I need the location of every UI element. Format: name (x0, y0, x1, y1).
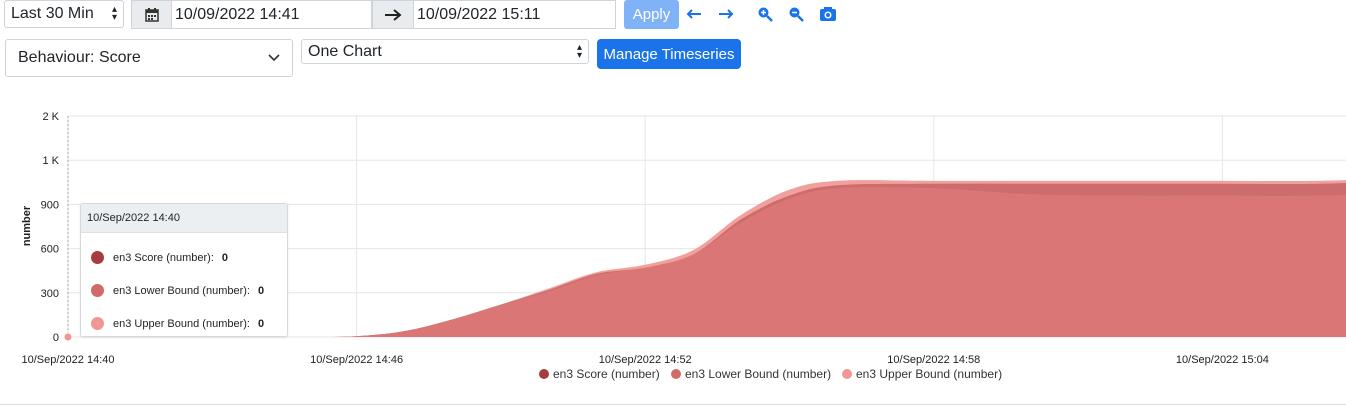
tooltip-row-value: 0 (257, 284, 265, 297)
chevron-down-icon (268, 54, 280, 62)
tooltip-row-upper: en3 Upper Bound (number): 0 (81, 307, 287, 340)
y-tick-label: 2 K (42, 111, 59, 123)
tooltip-row-label: en3 Upper Bound (number): (113, 317, 250, 330)
upper-swatch (91, 317, 104, 330)
arrow-right-icon (719, 9, 734, 19)
tooltip-row-score: en3 Score (number): 0 (81, 241, 287, 274)
chart-mode-value: One Chart (308, 42, 382, 60)
manage-timeseries-button[interactable]: Manage Timeseries (597, 39, 741, 69)
y-tick-label: 900 (41, 199, 59, 211)
chart-mode-select[interactable]: One Chart ▴ ▾ (301, 39, 589, 64)
zoom-out-button[interactable] (786, 4, 806, 24)
end-datetime-input[interactable]: 10/09/2022 15:11 (413, 0, 616, 29)
camera-icon (820, 7, 836, 21)
tooltip-row-lower: en3 Lower Bound (number): 0 (81, 274, 287, 307)
x-tick-label: 10/Sep/2022 14:58 (887, 354, 980, 366)
y-tick-label: 600 (41, 244, 59, 256)
arrow-left-icon (686, 9, 701, 19)
tooltip-title: 10/Sep/2022 14:40 (81, 204, 287, 233)
zoom-in-icon (758, 7, 773, 22)
arrow-right-icon (385, 8, 402, 21)
tooltip-row-value: 0 (257, 317, 265, 330)
x-tick-label: 10/Sep/2022 14:46 (310, 354, 403, 366)
legend-entry: en3 Lower Bound (number) (685, 367, 831, 381)
start-datetime-input[interactable]: 10/09/2022 14:41 (171, 0, 372, 29)
select-arrows-icon: ▴ ▾ (576, 41, 582, 61)
behaviour-select[interactable]: Behaviour: Score (5, 39, 293, 77)
tooltip-row-value: 0 (221, 251, 229, 264)
x-tick-label: 10/Sep/2022 14:40 (22, 354, 115, 366)
x-tick-label: 10/Sep/2022 14:52 (599, 354, 692, 366)
calendar-icon (144, 7, 159, 22)
behaviour-select-value: Behaviour: Score (18, 49, 141, 66)
lower-swatch (91, 284, 104, 297)
hover-point-marker (63, 332, 73, 342)
y-axis-title: number (21, 205, 33, 246)
chart-tooltip: 10/Sep/2022 14:40 en3 Score (number): 0 … (80, 203, 288, 337)
zoom-out-icon (789, 7, 804, 22)
legend-swatch (539, 369, 549, 379)
panel-bottom-border (0, 404, 1346, 405)
time-range-select[interactable]: Last 30 Min ▴ ▾ (4, 0, 124, 28)
calendar-button[interactable] (131, 0, 172, 29)
x-tick-label: 10/Sep/2022 15:04 (1176, 354, 1269, 366)
zoom-in-button[interactable] (755, 4, 775, 24)
legend-entry: en3 Score (number) (553, 367, 660, 381)
snapshot-button[interactable] (817, 3, 839, 25)
y-tick-label: 0 (53, 332, 59, 344)
time-range-value: Last 30 Min (11, 5, 94, 22)
legend-entry: en3 Upper Bound (number) (856, 367, 1002, 381)
legend-swatch (842, 369, 852, 379)
shift-back-button[interactable] (684, 4, 704, 24)
tooltip-row-label: en3 Lower Bound (number): (113, 284, 250, 297)
apply-button[interactable]: Apply (624, 0, 679, 29)
tooltip-row-label: en3 Score (number): (113, 251, 214, 264)
select-arrows-icon: ▴ ▾ (111, 4, 117, 23)
shift-forward-button[interactable] (716, 4, 736, 24)
legend-swatch (671, 369, 681, 379)
y-tick-label: 1 K (42, 155, 59, 167)
y-tick-label: 300 (41, 288, 59, 300)
score-swatch (91, 251, 104, 264)
range-arrow-separator (372, 0, 414, 29)
